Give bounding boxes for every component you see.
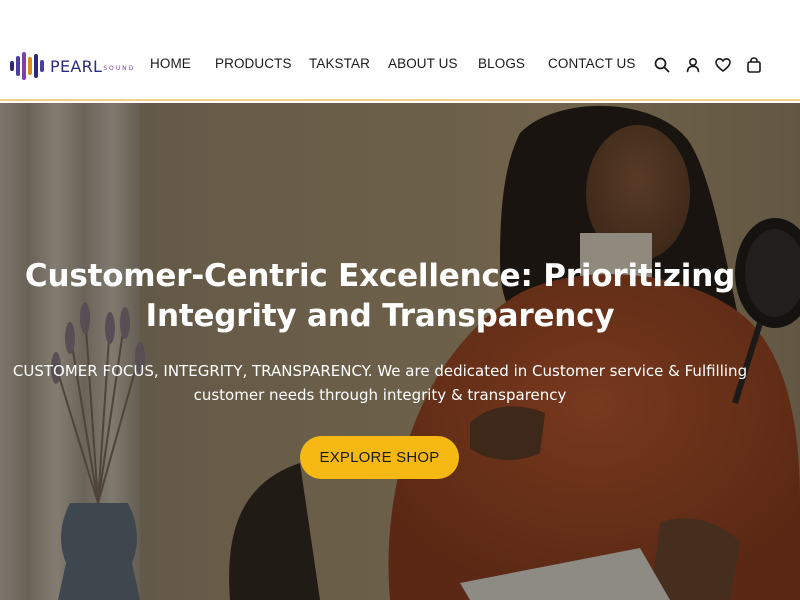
site-header: PEARL SOUND HOME PRODUCTS TAKSTAR ABOUT … (0, 0, 800, 101)
hero-subtitle-line-2: customer needs through integrity & trans… (193, 386, 567, 404)
wishlist-heart-icon[interactable] (714, 56, 732, 74)
sound-wave-bars-icon (10, 51, 44, 81)
brand-tagline: SOUND (103, 64, 136, 72)
explore-shop-button[interactable]: EXPLORE SHOP (300, 436, 459, 479)
nav-item-contact-us[interactable]: CONTACT US (548, 56, 636, 71)
nav-item-about-us[interactable]: ABOUT US (388, 56, 458, 71)
cart-bag-icon[interactable] (745, 56, 763, 74)
hero-title-line-1: Customer-Centric Excellence: Prioritizin… (24, 258, 736, 294)
brand-name: PEARL (50, 56, 103, 76)
nav-item-takstar[interactable]: TAKSTAR (309, 56, 370, 71)
hero-banner: Customer-Centric Excellence: Prioritizin… (0, 103, 800, 600)
brand-logo[interactable]: PEARL SOUND (10, 49, 135, 83)
account-icon[interactable] (684, 56, 702, 74)
hero-subtitle: CUSTOMER FOCUS, INTEGRITY, TRANSPARENCY.… (0, 359, 760, 407)
nav-item-blogs[interactable]: BLOGS (478, 56, 525, 71)
hero-title-line-2: Integrity and Transparency (145, 298, 615, 334)
hero-overlay (0, 103, 800, 600)
nav-item-home[interactable]: HOME (150, 56, 191, 71)
hero-title: Customer-Centric Excellence: Prioritizin… (0, 256, 760, 336)
hero-subtitle-line-1: CUSTOMER FOCUS, INTEGRITY, TRANSPARENCY.… (12, 362, 748, 380)
nav-item-products[interactable]: PRODUCTS (215, 56, 292, 71)
search-icon[interactable] (653, 56, 671, 74)
